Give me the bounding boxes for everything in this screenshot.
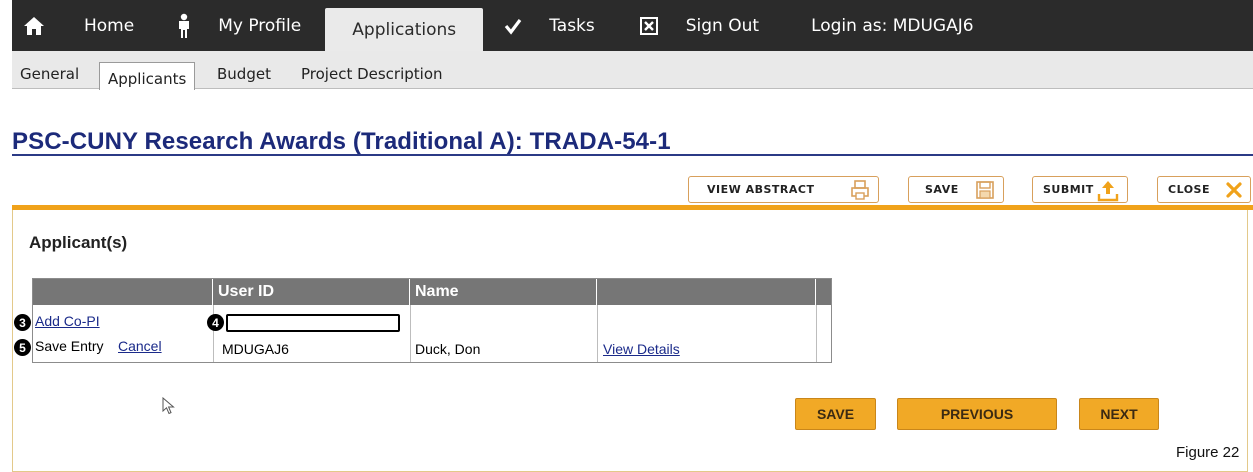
nav-tasks-label: Tasks xyxy=(549,15,595,36)
x-box-icon xyxy=(637,14,661,38)
callout-3: 3 xyxy=(14,314,31,331)
floppy-disk-icon xyxy=(975,180,995,203)
save-entry-label[interactable]: Save Entry xyxy=(35,338,103,354)
checkmark-icon xyxy=(501,14,525,38)
top-nav: Home My Profile Applications Tasks Sign … xyxy=(12,0,1253,51)
table-header-row: User ID Name xyxy=(33,279,831,305)
view-abstract-label: VIEW ABSTRACT xyxy=(707,183,815,196)
close-button[interactable]: CLOSE xyxy=(1157,176,1251,203)
user-id-input[interactable] xyxy=(226,314,400,332)
person-icon xyxy=(172,13,196,38)
mouse-cursor-icon xyxy=(162,396,176,420)
subtab-budget[interactable]: Budget xyxy=(217,65,271,83)
upload-icon xyxy=(1097,180,1119,205)
nav-my-profile-label: My Profile xyxy=(218,15,302,36)
save-top-button[interactable]: SAVE xyxy=(908,176,1004,203)
nav-my-profile[interactable]: My Profile xyxy=(172,0,301,51)
cancel-link[interactable]: Cancel xyxy=(118,338,162,354)
nav-applications-label: Applications xyxy=(352,19,457,40)
add-co-pi-link[interactable]: Add Co-PI xyxy=(35,313,100,329)
nav-applications[interactable]: Applications xyxy=(325,8,484,51)
table-header-details xyxy=(597,279,816,305)
save-button[interactable]: SAVE xyxy=(795,398,876,430)
table-divider xyxy=(410,305,411,362)
login-as-label: Login as: MDUGAJ6 xyxy=(811,15,974,36)
section-title: Applicant(s) xyxy=(29,233,128,252)
figure-label: Figure 22 xyxy=(1176,444,1240,461)
table-header-name: Name xyxy=(410,279,597,305)
subtab-project-description[interactable]: Project Description xyxy=(301,65,443,83)
previous-button[interactable]: PREVIOUS xyxy=(897,398,1057,430)
callout-5: 5 xyxy=(14,339,31,356)
nav-sign-out-label: Sign Out xyxy=(685,15,760,36)
subtab-general[interactable]: General xyxy=(20,65,79,83)
nav-tasks[interactable]: Tasks xyxy=(501,0,595,51)
user-id-value: MDUGAJ6 xyxy=(222,341,289,357)
callout-4: 4 xyxy=(207,314,224,331)
next-button[interactable]: NEXT xyxy=(1079,398,1159,430)
house-icon xyxy=(22,14,46,38)
nav-sign-out[interactable]: Sign Out xyxy=(637,0,759,51)
table-header-actions xyxy=(33,279,213,305)
applicant-name: Duck, Don xyxy=(415,341,481,357)
close-icon xyxy=(1224,180,1244,203)
title-divider xyxy=(12,154,1253,156)
nav-home[interactable]: Home xyxy=(12,0,134,51)
page-title: PSC-CUNY Research Awards (Traditional A)… xyxy=(12,128,671,155)
close-label: CLOSE xyxy=(1168,183,1210,196)
sub-nav: General Applicants Budget Project Descri… xyxy=(12,51,1253,90)
nav-home-label: Home xyxy=(84,15,135,36)
view-details-link[interactable]: View Details xyxy=(603,341,680,357)
submit-button[interactable]: SUBMIT xyxy=(1032,176,1128,203)
table-divider xyxy=(816,305,817,362)
table-header-user-id: User ID xyxy=(213,279,410,305)
table-divider xyxy=(597,305,598,362)
printer-icon xyxy=(850,180,870,203)
save-top-label: SAVE xyxy=(925,183,959,196)
submit-label: SUBMIT xyxy=(1043,183,1094,196)
subtab-applicants[interactable]: Applicants xyxy=(99,62,196,90)
view-abstract-button[interactable]: VIEW ABSTRACT xyxy=(688,176,879,203)
